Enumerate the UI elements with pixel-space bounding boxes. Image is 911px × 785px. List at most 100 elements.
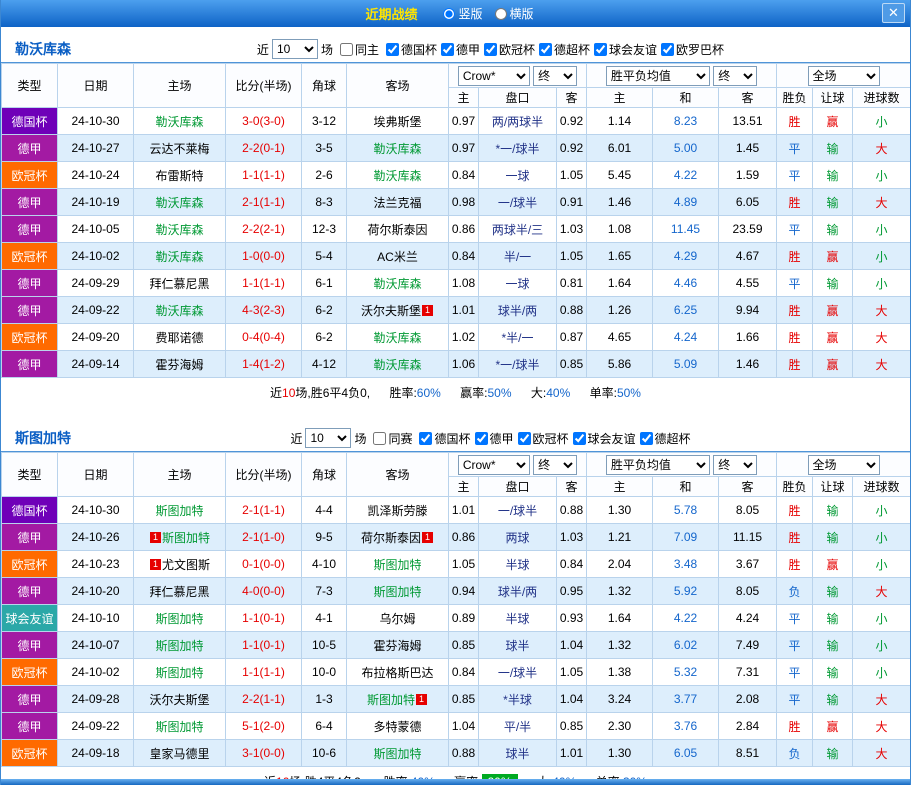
team-name: 勒沃库森 [155, 196, 203, 210]
col-handicap: 盘口 [479, 88, 557, 108]
away-team: 勒沃库森 [347, 351, 449, 378]
horizontal-radio[interactable] [495, 8, 507, 20]
team-name: 斯图加特 [155, 639, 203, 653]
layout-option-horizontal[interactable]: 横版 [495, 5, 534, 22]
asian-away-odds: 1.01 [557, 740, 587, 767]
league-filter[interactable]: 德甲 [437, 41, 480, 58]
league-filter[interactable]: 德国杯 [415, 430, 470, 447]
league-checkbox[interactable] [640, 432, 653, 445]
asian-home-odds: 1.06 [449, 351, 479, 378]
euro-draw-odds: 4.29 [653, 243, 719, 270]
league-checkbox[interactable] [594, 43, 607, 56]
vertical-radio[interactable] [443, 8, 455, 20]
league-filter[interactable]: 欧冠杯 [514, 430, 569, 447]
euro-home-odds: 1.08 [587, 216, 653, 243]
corners: 8-3 [302, 189, 347, 216]
euro-draw-odds: 7.09 [653, 524, 719, 551]
league-checkbox[interactable] [419, 432, 432, 445]
recent-count-select[interactable]: 10 [272, 39, 318, 59]
league-filter[interactable]: 球会友谊 [569, 430, 636, 447]
euro-away-odds: 2.84 [719, 713, 777, 740]
league-checkbox[interactable] [484, 43, 497, 56]
handicap-result: 赢 [813, 108, 853, 135]
team-name: 勒沃库森 [373, 277, 421, 291]
euro-odds-select[interactable]: 胜平负均值 [606, 455, 710, 475]
col-euro-home: 主 [587, 88, 653, 108]
asian-handicap: 半球 [479, 605, 557, 632]
euro-draw-odds: 3.48 [653, 551, 719, 578]
euro-away-odds: 1.46 [719, 351, 777, 378]
euro-home-odds: 2.30 [587, 713, 653, 740]
league-checkbox[interactable] [539, 43, 552, 56]
close-button[interactable]: ✕ [882, 3, 905, 23]
goals-result: 小 [853, 659, 911, 686]
league-label: 德超杯 [655, 430, 691, 447]
same-filter[interactable]: 同主 [336, 41, 379, 58]
team-name: 勒沃库森 [373, 331, 421, 345]
euro-home-odds: 2.04 [587, 551, 653, 578]
asian-home-odds: 1.08 [449, 270, 479, 297]
league-label: 欧罗巴杯 [676, 41, 724, 58]
asian-final-select[interactable]: 终 [533, 66, 577, 86]
scope-select[interactable]: 全场 [808, 66, 880, 86]
match-type: 德甲 [2, 713, 58, 740]
section-header: 斯图加特 近 10 场 同赛 德国杯德甲欧冠杯球会友谊德超杯 [1, 425, 910, 452]
games-label: 场 [354, 430, 366, 447]
handicap-result: 输 [813, 189, 853, 216]
result: 平 [777, 270, 813, 297]
league-filter[interactable]: 欧冠杯 [480, 41, 535, 58]
goals-result: 大 [853, 324, 911, 351]
scope-select[interactable]: 全场 [808, 455, 880, 475]
match-type: 德甲 [2, 686, 58, 713]
team-name: 勒沃库森 [373, 358, 421, 372]
recent-count-select[interactable]: 10 [305, 428, 351, 448]
match-row: 欧冠杯24-10-24布雷斯特1-1(1-1)2-6勒沃库森0.84一球1.05… [2, 162, 911, 189]
euro-odds-select[interactable]: 胜平负均值 [606, 66, 710, 86]
euro-draw-odds: 6.25 [653, 297, 719, 324]
asian-final-select[interactable]: 终 [533, 455, 577, 475]
league-checkbox[interactable] [441, 43, 454, 56]
euro-draw-odds: 6.05 [653, 740, 719, 767]
col-euro-away: 客 [719, 88, 777, 108]
col-handicap-result: 让球 [813, 477, 853, 497]
result: 胜 [777, 324, 813, 351]
asian-odds-header: Crow* 终 [449, 64, 587, 88]
match-row: 欧冠杯24-09-20费耶诺德0-4(0-4)6-2勒沃库森1.02*半/一0.… [2, 324, 911, 351]
league-checkbox[interactable] [518, 432, 531, 445]
league-filter[interactable]: 德超杯 [636, 430, 691, 447]
asian-handicap: 一球 [479, 162, 557, 189]
league-filter[interactable]: 欧罗巴杯 [657, 41, 724, 58]
same-checkbox[interactable] [340, 43, 353, 56]
league-checkbox[interactable] [386, 43, 399, 56]
league-checkbox[interactable] [661, 43, 674, 56]
layout-option-vertical[interactable]: 竖版 [443, 5, 482, 22]
col-home: 主场 [134, 453, 226, 497]
euro-draw-odds: 5.78 [653, 497, 719, 524]
team-name: 勒沃库森 [373, 169, 421, 183]
same-filter[interactable]: 同赛 [369, 430, 412, 447]
league-filter[interactable]: 球会友谊 [590, 41, 657, 58]
euro-final-select[interactable]: 终 [713, 455, 757, 475]
league-filter[interactable]: 德超杯 [535, 41, 590, 58]
euro-away-odds: 6.05 [719, 189, 777, 216]
league-checkbox[interactable] [573, 432, 586, 445]
league-checkbox[interactable] [475, 432, 488, 445]
same-checkbox[interactable] [373, 432, 386, 445]
league-filter[interactable]: 德国杯 [382, 41, 437, 58]
home-team: 斯图加特 [134, 497, 226, 524]
home-team: 霍芬海姆 [134, 351, 226, 378]
home-team: 勒沃库森 [134, 243, 226, 270]
league-label: 德国杯 [434, 430, 470, 447]
summary-big-value: 40% [546, 386, 570, 400]
bookmaker-select[interactable]: Crow* [458, 455, 530, 475]
match-date: 24-09-29 [58, 270, 134, 297]
bookmaker-select[interactable]: Crow* [458, 66, 530, 86]
goals-result: 大 [853, 297, 911, 324]
asian-home-odds: 1.02 [449, 324, 479, 351]
match-date: 24-10-23 [58, 551, 134, 578]
euro-home-odds: 5.45 [587, 162, 653, 189]
team-name: AC米兰 [377, 250, 418, 264]
league-filter[interactable]: 德甲 [471, 430, 514, 447]
match-type: 德国杯 [2, 497, 58, 524]
euro-final-select[interactable]: 终 [713, 66, 757, 86]
